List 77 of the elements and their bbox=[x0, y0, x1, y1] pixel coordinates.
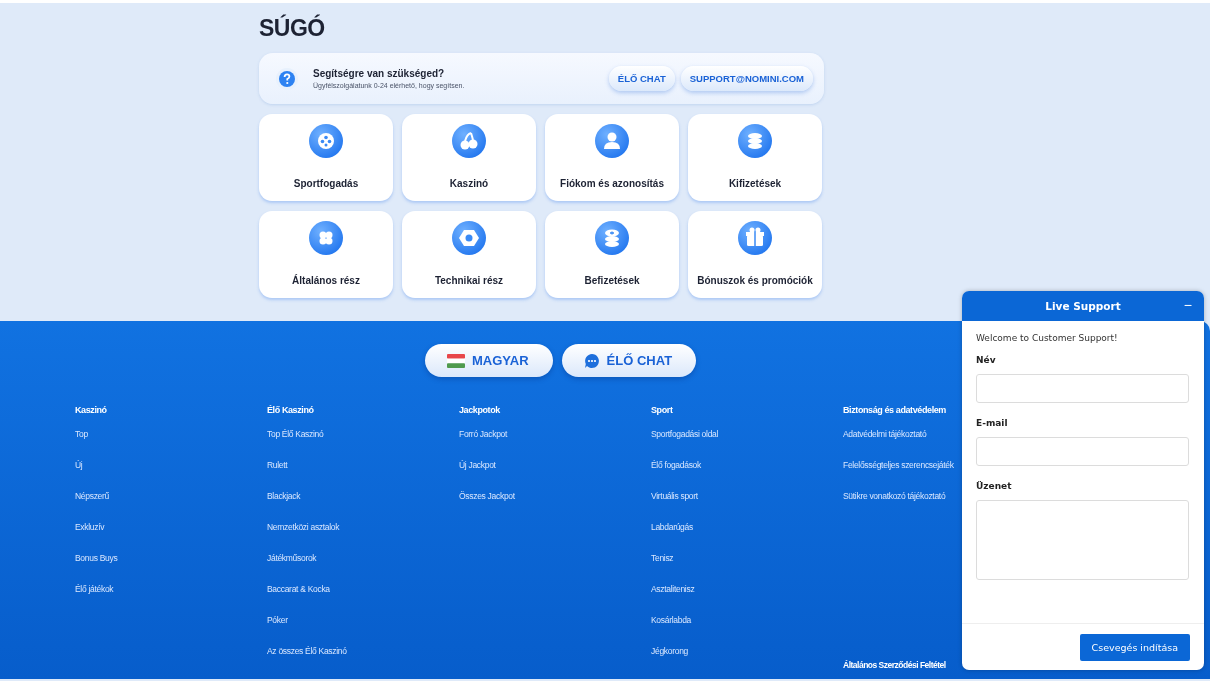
category-label: Kaszinó bbox=[449, 178, 489, 189]
footer-heading: Élő Kaszinó bbox=[267, 404, 314, 417]
language-button[interactable]: MAGYAR bbox=[425, 344, 553, 377]
category-card[interactable]: Kifizetések bbox=[688, 114, 822, 201]
footer-heading: Általános Szerződési Feltétel bbox=[843, 659, 946, 672]
footer-link[interactable]: Kosárlabda bbox=[651, 614, 691, 626]
category-label: Befizetések bbox=[584, 275, 640, 286]
field-label: Üzenet bbox=[976, 481, 1013, 491]
footer-link[interactable]: Sütikre vonatkozó tájékoztató bbox=[843, 490, 946, 502]
footer-link[interactable]: Labdarúgás bbox=[651, 521, 693, 533]
nut-icon bbox=[452, 221, 486, 255]
category-label: Sportfogadás bbox=[293, 178, 359, 189]
footer-link[interactable]: Póker bbox=[267, 614, 288, 626]
category-card[interactable]: Bónuszok és promóciók bbox=[688, 211, 822, 298]
welcome-text: Welcome to Customer Support! bbox=[976, 333, 1119, 343]
minimize-button[interactable]: − bbox=[1183, 297, 1192, 313]
clover-icon bbox=[309, 221, 343, 255]
field-label: E-mail bbox=[976, 418, 1009, 428]
page-title: SÚGÓ bbox=[259, 15, 326, 41]
coins-icon bbox=[738, 124, 772, 158]
footer-heading: Kaszinó bbox=[75, 404, 107, 417]
live-chat-button[interactable]: ÉLŐ CHAT bbox=[561, 344, 697, 377]
footer-link[interactable]: Játékműsorok bbox=[267, 552, 317, 564]
footer-link[interactable]: Új bbox=[75, 459, 83, 471]
email-button[interactable]: SUPPORT@NOMINI.COM bbox=[680, 66, 813, 91]
hungary-flag-icon bbox=[447, 353, 465, 368]
footer-heading: Sport bbox=[651, 404, 673, 417]
footer-link[interactable]: Az összes Élő Kaszinó bbox=[267, 645, 347, 657]
category-label: Általános rész bbox=[292, 275, 360, 286]
footer-link[interactable]: Top Élő Kaszinó bbox=[267, 428, 324, 440]
footer-link[interactable]: Összes Jackpot bbox=[459, 490, 515, 502]
footer-link[interactable]: Virtuális sport bbox=[651, 490, 698, 502]
input-field[interactable] bbox=[976, 437, 1189, 466]
category-card[interactable]: Általános rész bbox=[259, 211, 393, 298]
footer-link[interactable]: Élő játékok bbox=[75, 583, 114, 595]
chat-bubble-icon bbox=[583, 352, 600, 369]
category-card[interactable]: Sportfogadás bbox=[259, 114, 393, 201]
input-field[interactable] bbox=[976, 374, 1189, 403]
footer-link[interactable]: Sportfogadási oldal bbox=[651, 428, 719, 440]
footer-link[interactable]: Felelősségteljes szerencsejáték bbox=[843, 459, 954, 471]
footer-heading: Jackpotok bbox=[459, 404, 500, 417]
chat-title: Live Support bbox=[1045, 300, 1121, 312]
category-label: Technikai rész bbox=[434, 275, 504, 286]
footer-link[interactable]: Élő fogadások bbox=[651, 459, 701, 471]
footer-link[interactable]: Forró Jackpot bbox=[459, 428, 508, 440]
footer-link[interactable]: Új Jackpot bbox=[459, 459, 496, 471]
footer-link[interactable]: Asztalitenisz bbox=[651, 583, 695, 595]
category-label: Fiókom és azonosítás bbox=[560, 178, 664, 189]
footer-link[interactable]: Rulett bbox=[267, 459, 288, 471]
footer-heading: Biztonság és adatvédelem bbox=[843, 404, 946, 417]
field-label: Név bbox=[976, 355, 997, 365]
category-card[interactable]: Technikai rész bbox=[402, 211, 536, 298]
message-field[interactable] bbox=[976, 500, 1189, 580]
footer-link[interactable]: Népszerű bbox=[75, 490, 109, 502]
cherries-icon bbox=[452, 124, 486, 158]
help-heading: Segítségre van szükséged? bbox=[313, 68, 446, 79]
footer-link[interactable]: Adatvédelmi tájékoztató bbox=[843, 428, 927, 440]
category-card[interactable]: Fiókom és azonosítás bbox=[545, 114, 679, 201]
category-card[interactable]: Befizetések bbox=[545, 211, 679, 298]
ball-icon bbox=[309, 124, 343, 158]
live-chat-button[interactable]: ÉLŐ CHAT bbox=[608, 66, 675, 91]
footer-link[interactable]: Blackjack bbox=[267, 490, 301, 502]
category-label: Bónuszok és promóciók bbox=[697, 275, 813, 286]
footer-link[interactable]: Baccarat & Kocka bbox=[267, 583, 330, 595]
footer-link[interactable]: Tenisz bbox=[651, 552, 674, 564]
coins-plus-icon bbox=[595, 221, 629, 255]
footer-link[interactable]: Jégkorong bbox=[651, 645, 688, 657]
category-card[interactable]: Kaszinó bbox=[402, 114, 536, 201]
help-icon bbox=[276, 67, 298, 90]
footer-link[interactable]: Exkluzív bbox=[75, 521, 105, 533]
gift-icon bbox=[738, 221, 772, 255]
category-label: Kifizetések bbox=[728, 178, 782, 189]
footer-link[interactable]: Nemzetközi asztalok bbox=[267, 521, 340, 533]
user-icon bbox=[595, 124, 629, 158]
footer-link[interactable]: Bonus Buys bbox=[75, 552, 118, 564]
start-chat-button[interactable]: Csevegés indítása bbox=[1079, 633, 1190, 661]
footer-link[interactable]: Top bbox=[75, 428, 88, 440]
